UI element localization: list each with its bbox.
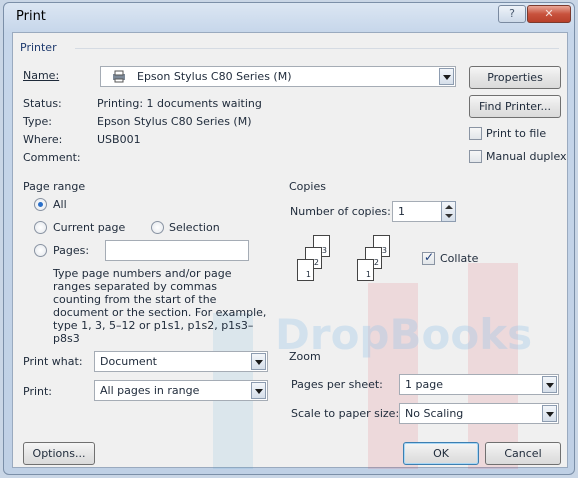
chevron-down-icon[interactable] xyxy=(439,68,454,85)
comment-label: Comment: xyxy=(23,151,81,164)
where-value: USB001 xyxy=(97,133,141,146)
close-icon: ✕ xyxy=(544,7,554,20)
find-printer-button[interactable]: Find Printer... xyxy=(469,95,561,118)
pages-help-text: Type page numbers and/or page ranges sep… xyxy=(53,267,267,345)
printer-section-title: Printer xyxy=(20,41,57,54)
pages-per-sheet-label: Pages per sheet: xyxy=(291,378,383,391)
sheet: 1 xyxy=(297,259,314,281)
print-to-file-label[interactable]: Print to file xyxy=(486,127,546,140)
pages-label[interactable]: Pages: xyxy=(53,244,89,257)
current-page-radio[interactable] xyxy=(34,221,47,234)
close-button[interactable]: ✕ xyxy=(527,5,571,23)
printer-divider xyxy=(75,48,559,49)
status-label: Status: xyxy=(23,97,62,110)
all-label[interactable]: All xyxy=(53,198,67,211)
dialog-title: Print xyxy=(16,9,46,24)
pages-input[interactable] xyxy=(105,240,249,261)
print-value: All pages in range xyxy=(100,384,200,397)
scale-select[interactable]: No Scaling xyxy=(399,403,559,424)
scale-label: Scale to paper size: xyxy=(291,407,400,420)
current-page-label[interactable]: Current page xyxy=(53,221,125,234)
sheet: 1 xyxy=(357,259,374,281)
type-value: Epson Stylus C80 Series (M) xyxy=(97,115,252,128)
printer-icon xyxy=(111,70,127,83)
chevron-down-icon[interactable] xyxy=(251,382,266,399)
print-dialog: Print ? ✕ DropBooks Printer Name: Epson … xyxy=(3,2,575,475)
properties-button[interactable]: Properties xyxy=(469,66,561,89)
help-button[interactable]: ? xyxy=(498,5,526,23)
cancel-button[interactable]: Cancel xyxy=(485,442,561,465)
copies-section-title: Copies xyxy=(289,180,326,193)
scale-value: No Scaling xyxy=(405,407,464,420)
print-what-label: Print what: xyxy=(23,355,83,368)
dialog-body: DropBooks Printer Name: Epson Stylus C80… xyxy=(12,32,568,469)
print-label: Print: xyxy=(23,385,53,398)
number-of-copies-label: Number of copies: xyxy=(290,205,391,218)
page-range-section-title: Page range xyxy=(23,180,86,193)
selection-radio[interactable] xyxy=(151,221,164,234)
all-radio[interactable] xyxy=(34,198,47,211)
pages-radio[interactable] xyxy=(34,244,47,257)
printer-name-select[interactable]: Epson Stylus C80 Series (M) xyxy=(100,66,456,87)
collate-label[interactable]: Collate xyxy=(440,252,478,265)
print-select[interactable]: All pages in range xyxy=(94,380,268,401)
manual-duplex-label[interactable]: Manual duplex xyxy=(486,150,567,163)
status-value: Printing: 1 documents waiting xyxy=(97,97,262,110)
ok-button[interactable]: OK xyxy=(403,442,479,465)
chevron-down-icon[interactable] xyxy=(542,405,557,422)
help-icon: ? xyxy=(509,7,515,20)
type-label: Type: xyxy=(23,115,52,128)
print-what-select[interactable]: Document xyxy=(94,351,268,372)
collate-checkbox[interactable] xyxy=(422,250,435,265)
where-label: Where: xyxy=(23,133,63,146)
chevron-down-icon[interactable] xyxy=(251,353,266,370)
pages-per-sheet-value: 1 page xyxy=(405,378,443,391)
title-bar: Print ? ✕ xyxy=(4,3,574,31)
zoom-section-title: Zoom xyxy=(289,350,321,363)
manual-duplex-checkbox[interactable] xyxy=(469,150,482,163)
pages-per-sheet-select[interactable]: 1 page xyxy=(399,374,559,395)
print-to-file-checkbox[interactable] xyxy=(469,127,482,140)
options-button[interactable]: Options... xyxy=(23,442,95,465)
printer-name-value: Epson Stylus C80 Series (M) xyxy=(137,70,292,83)
name-label: Name: xyxy=(23,69,60,82)
copies-stepper[interactable] xyxy=(441,201,456,222)
print-what-value: Document xyxy=(100,355,157,368)
selection-label[interactable]: Selection xyxy=(169,221,220,234)
chevron-down-icon[interactable] xyxy=(542,376,557,393)
